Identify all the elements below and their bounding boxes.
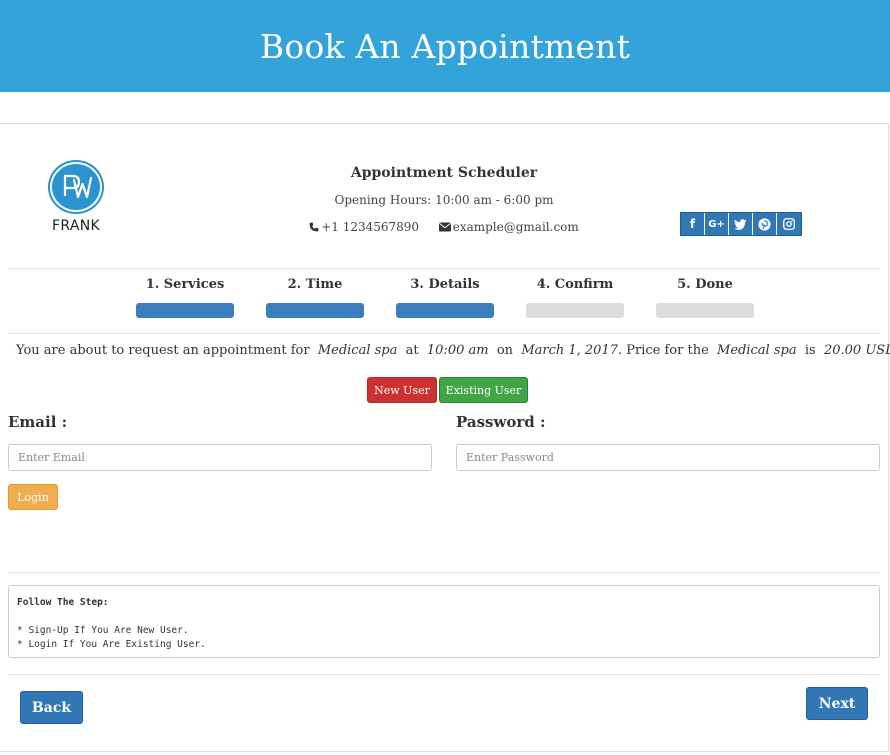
phone-icon — [309, 221, 319, 235]
instruction-line: * Sign-Up If You Are New User. — [17, 625, 189, 636]
logo-text: FRANK — [52, 218, 100, 234]
facebook-icon[interactable]: f — [681, 213, 705, 235]
envelope-icon — [438, 221, 451, 235]
step-progress-bar — [656, 303, 754, 318]
page-banner: Book An Appointment — [0, 0, 890, 92]
summary-price: 20.00 USD — [823, 343, 890, 358]
summary-is: is — [804, 343, 816, 358]
step-progress-bar — [136, 303, 234, 318]
appointment-summary: You are about to request an appointment … — [16, 343, 890, 358]
instructions-box: Follow The Step: * Sign-Up If You Are Ne… — [8, 585, 880, 658]
back-button[interactable]: Back — [20, 691, 83, 724]
divider — [8, 268, 880, 269]
scheduler-title: Appointment Scheduler — [350, 165, 538, 181]
logo-icon — [50, 162, 102, 212]
step-label: 5. Done — [677, 277, 733, 292]
page-title: Book An Appointment — [259, 26, 631, 66]
step-label: 2. Time — [287, 277, 343, 292]
divider — [8, 674, 880, 675]
step-progress-bar — [526, 303, 624, 318]
step-details[interactable]: 3. Details — [396, 276, 494, 318]
divider — [8, 572, 880, 573]
step-services[interactable]: 1. Services — [136, 276, 234, 318]
twitter-icon[interactable] — [729, 213, 753, 235]
step-time[interactable]: 2. Time — [266, 276, 364, 318]
new-user-button[interactable]: New User — [367, 377, 437, 403]
summary-price-prefix: . Price for the — [618, 343, 709, 358]
brand-logo[interactable]: FRANK — [49, 162, 103, 234]
email-address: example@gmail.com — [452, 220, 579, 234]
email-input[interactable] — [8, 444, 432, 471]
step-label: 3. Details — [410, 277, 480, 292]
step-done[interactable]: 5. Done — [656, 276, 754, 318]
summary-service: Medical spa — [317, 343, 398, 358]
summary-prefix: You are about to request an appointment … — [16, 343, 310, 358]
google-plus-icon[interactable]: G+ — [705, 213, 729, 235]
contact-info: +1 1234567890 example@gmail.com — [300, 220, 588, 235]
password-label: Password : — [456, 413, 546, 431]
summary-time: 10:00 am — [426, 343, 489, 358]
summary-service-2: Medical spa — [717, 343, 797, 358]
step-label: 4. Confirm — [536, 277, 614, 292]
password-input[interactable] — [456, 444, 880, 471]
login-button[interactable]: Login — [8, 484, 58, 510]
instagram-icon[interactable] — [777, 213, 801, 235]
social-links: f G+ — [680, 212, 802, 236]
summary-on: on — [496, 343, 514, 358]
instructions-title: Follow The Step: — [17, 597, 109, 608]
step-label: 1. Services — [145, 277, 225, 292]
step-progress-bar — [396, 303, 494, 318]
divider — [8, 333, 880, 334]
next-button[interactable]: Next — [806, 687, 868, 720]
existing-user-button[interactable]: Existing User — [439, 377, 528, 403]
instruction-line: * Login If You Are Existing User. — [17, 639, 206, 650]
opening-hours: Opening Hours: 10:00 am - 6:00 pm — [334, 193, 554, 207]
pinterest-icon[interactable] — [753, 213, 777, 235]
summary-at: at — [405, 343, 419, 358]
email-label: Email : — [8, 413, 68, 431]
step-confirm[interactable]: 4. Confirm — [526, 276, 624, 318]
summary-date: March 1, 2017 — [521, 343, 618, 358]
phone-number: +1 1234567890 — [321, 220, 420, 234]
step-progress-bar — [266, 303, 364, 318]
